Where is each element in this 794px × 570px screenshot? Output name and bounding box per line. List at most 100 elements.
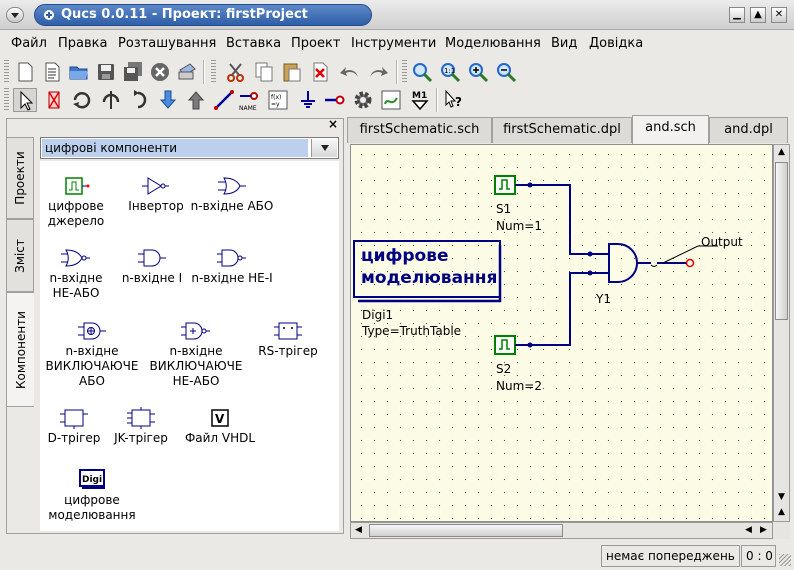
- component-xnor[interactable]: n-вхідне ВИКЛЮЧАЮЧЕ НЕ-АБО: [144, 320, 248, 389]
- redo-icon[interactable]: [366, 60, 390, 84]
- component-or[interactable]: n-вхідне АБО: [186, 175, 278, 214]
- source-s1[interactable]: [494, 175, 516, 195]
- menu-positioning[interactable]: Розташування: [118, 36, 216, 51]
- component-rs-flipflop[interactable]: RS-трігер: [248, 320, 328, 359]
- scroll-up-icon[interactable]: ▲: [774, 145, 789, 160]
- maximize-button[interactable]: ▲: [750, 7, 766, 23]
- wire-label-text: NAME: [239, 105, 257, 112]
- ground-icon[interactable]: [296, 88, 320, 112]
- zoom-11-icon[interactable]: 1:1: [438, 60, 462, 84]
- select-icon[interactable]: [13, 88, 37, 112]
- toolbar-grip[interactable]: [4, 60, 9, 84]
- port-icon[interactable]: [323, 88, 347, 112]
- component-jk-flipflop[interactable]: JK-трігер: [104, 407, 178, 446]
- menu-help[interactable]: Довідка: [589, 36, 643, 51]
- menu-edit[interactable]: Правка: [58, 36, 107, 51]
- marker-icon[interactable]: M1: [408, 88, 432, 112]
- tab-and-dpl[interactable]: and.dpl: [709, 117, 788, 143]
- scroll-up-down-icon[interactable]: ▲: [774, 505, 789, 520]
- save-all-icon[interactable]: [121, 60, 145, 84]
- tab-contents[interactable]: Зміст: [6, 219, 34, 292]
- vertical-scrollbar[interactable]: ▲ ▼ ▲: [773, 144, 790, 522]
- s1-num[interactable]: Num=1: [496, 218, 542, 235]
- toolbar-grip[interactable]: [402, 60, 407, 84]
- resize-grip[interactable]: [779, 554, 791, 566]
- whats-this-icon[interactable]: ?: [442, 88, 466, 112]
- new-text-icon[interactable]: [40, 60, 64, 84]
- toolbar-grip[interactable]: [4, 88, 9, 112]
- tab-components[interactable]: Компоненти: [6, 292, 34, 407]
- cut-icon[interactable]: [224, 60, 248, 84]
- component-digital-source[interactable]: цифрове джерело: [40, 175, 112, 229]
- component-d-flipflop[interactable]: D-трігер: [40, 407, 108, 446]
- simulate-icon[interactable]: [351, 88, 375, 112]
- component-digital-sim[interactable]: Digi цифрове моделювання: [40, 467, 144, 523]
- menu-view[interactable]: Вид: [551, 36, 577, 51]
- zoom-fit-icon[interactable]: [410, 60, 434, 84]
- wire-icon[interactable]: [212, 88, 236, 112]
- delete-icon[interactable]: [308, 60, 332, 84]
- open-icon[interactable]: [67, 60, 91, 84]
- component-and[interactable]: n-вхідне І: [112, 247, 192, 286]
- tab-first-schematic-dpl[interactable]: firstSchematic.dpl: [492, 117, 632, 143]
- wire-label-icon[interactable]: NAME: [238, 88, 262, 112]
- new-file-icon[interactable]: [13, 60, 37, 84]
- component-vhdl-file[interactable]: V Файл VHDL: [178, 407, 262, 446]
- source-s2[interactable]: [494, 335, 516, 355]
- zoom-in-icon[interactable]: [466, 60, 490, 84]
- window-menu-button[interactable]: [6, 7, 24, 23]
- toolbar-grip[interactable]: [211, 60, 216, 84]
- paste-icon[interactable]: [280, 60, 304, 84]
- sim-name[interactable]: Digi1: [362, 307, 461, 323]
- category-select[interactable]: цифрові компоненти: [40, 137, 339, 159]
- pop-out-icon[interactable]: [184, 88, 208, 112]
- menu-insert[interactable]: Вставка: [226, 36, 281, 51]
- s2-num[interactable]: Num=2: [496, 378, 542, 395]
- output-port[interactable]: [685, 258, 695, 268]
- tab-first-schematic-sch[interactable]: firstSchematic.sch: [347, 117, 492, 143]
- horizontal-scroll-thumb[interactable]: [369, 524, 563, 537]
- component-nand[interactable]: n-вхідне НЕ-І: [186, 247, 278, 286]
- wire-s2[interactable]: [520, 272, 596, 346]
- scroll-left-icon[interactable]: ◀: [351, 523, 366, 538]
- menu-file[interactable]: Файл: [11, 36, 47, 51]
- go-into-icon[interactable]: [156, 88, 180, 112]
- menu-project[interactable]: Проект: [291, 36, 340, 51]
- save-icon[interactable]: [94, 60, 118, 84]
- scroll-down-icon[interactable]: ▼: [774, 490, 789, 505]
- mirror-y-icon[interactable]: [128, 88, 152, 112]
- component-xor[interactable]: n-вхідне ВИКЛЮЧАЮЧЕ АБО: [40, 320, 144, 389]
- horizontal-scrollbar[interactable]: ◀ ◀ ▶: [350, 522, 773, 539]
- close-button[interactable]: ✕: [771, 7, 787, 23]
- tab-and-sch[interactable]: and.sch: [632, 115, 709, 144]
- component-inverter[interactable]: Інвертор: [120, 175, 192, 214]
- rotate-icon[interactable]: [70, 88, 94, 112]
- and-gate-y1[interactable]: [608, 243, 638, 283]
- schematic-canvas[interactable]: цифрове моделювання Digi1 Type=TruthTabl…: [350, 144, 773, 522]
- gate-name[interactable]: Y1: [596, 292, 611, 306]
- scroll-right-icon[interactable]: ◀: [741, 523, 756, 538]
- component-nor[interactable]: n-вхідне НЕ-АБО: [40, 247, 112, 301]
- marker-label-text: M1: [412, 91, 427, 101]
- chevron-down-icon[interactable]: [311, 139, 337, 157]
- dock-close-button[interactable]: ×: [326, 118, 340, 130]
- view-data-icon[interactable]: [379, 88, 403, 112]
- tab-projects[interactable]: Проекти: [6, 137, 34, 219]
- s2-name[interactable]: S2: [496, 361, 542, 378]
- close-doc-icon[interactable]: [148, 60, 172, 84]
- minimize-button[interactable]: ▁: [729, 7, 745, 23]
- sim-type[interactable]: Type=TruthTable: [362, 323, 461, 339]
- mirror-x-icon[interactable]: [99, 88, 123, 112]
- scroll-right-end-icon[interactable]: ▶: [756, 523, 771, 538]
- menu-tools[interactable]: Інструменти: [351, 36, 436, 51]
- output-label[interactable]: Output: [701, 235, 743, 249]
- print-icon[interactable]: [175, 60, 199, 84]
- zoom-out-icon[interactable]: [494, 60, 518, 84]
- deactivate-icon[interactable]: [42, 88, 66, 112]
- equation-icon[interactable]: f(x) =y: [266, 88, 290, 112]
- undo-icon[interactable]: [338, 60, 362, 84]
- vertical-scroll-thumb[interactable]: [775, 162, 788, 320]
- menu-simulation[interactable]: Моделювання: [445, 36, 541, 51]
- copy-icon[interactable]: [252, 60, 276, 84]
- s1-name[interactable]: S1: [496, 201, 542, 218]
